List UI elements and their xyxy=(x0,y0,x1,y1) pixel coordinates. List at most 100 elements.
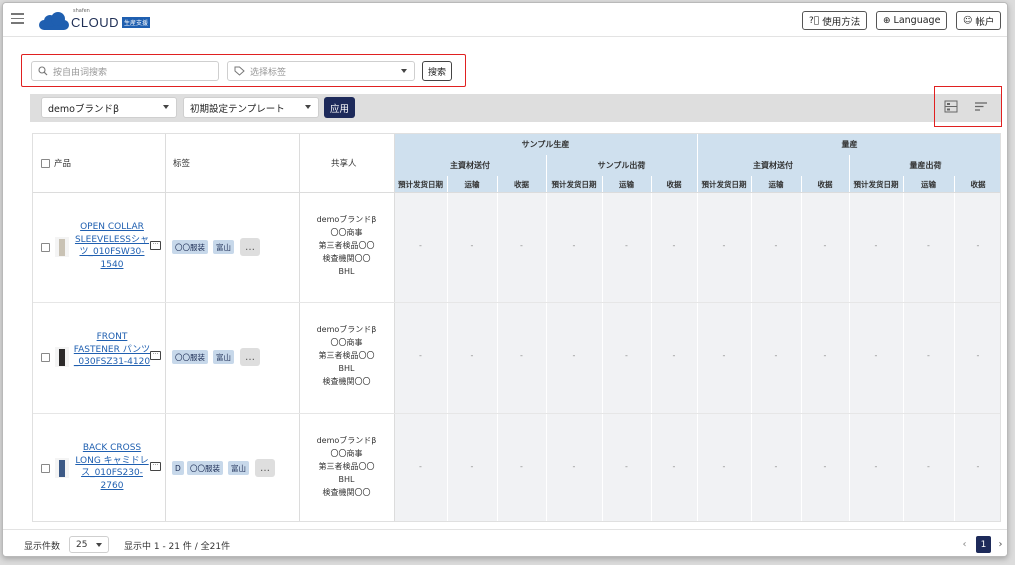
schedule-cell[interactable]: - xyxy=(968,462,988,471)
product-link[interactable]: BACK CROSS LONG キャミドレス_010FS230-2760 xyxy=(73,442,151,492)
leaf-column-header: 运输 xyxy=(602,176,651,192)
schedule-cell[interactable]: - xyxy=(766,351,786,360)
schedule-cell[interactable]: - xyxy=(815,351,835,360)
schedule-cell[interactable]: - xyxy=(714,241,734,250)
schedule-cell[interactable]: - xyxy=(411,241,431,250)
shared-column-header: 共享人 xyxy=(331,156,357,170)
leaf-column-header: 运输 xyxy=(903,176,954,192)
tag-icon xyxy=(234,66,245,76)
product-link[interactable]: FRONT FASTENER パンツ_030FSZ31-4120 xyxy=(73,331,151,369)
product-thumbnail[interactable] xyxy=(55,347,69,367)
app-window: shafen CLOUD 生産支援 ?⃝ 使用方法 ⊕ Language ☺ 帐户… xyxy=(2,2,1008,557)
schedule-cell[interactable]: - xyxy=(512,241,532,250)
shared-party: BHL xyxy=(338,364,355,373)
menu-icon[interactable] xyxy=(11,13,24,25)
shared-party: 第三者検品〇〇 xyxy=(318,351,375,360)
schedule-cell[interactable]: - xyxy=(617,241,637,250)
schedule-cell[interactable]: - xyxy=(617,351,637,360)
schedule-cell[interactable]: - xyxy=(919,241,939,250)
schedule-cell[interactable]: - xyxy=(714,462,734,471)
schedule-cell[interactable]: - xyxy=(664,241,684,250)
tag-chip[interactable]: 富山 xyxy=(213,350,234,364)
page-1-button[interactable]: 1 xyxy=(976,536,991,553)
select-all-checkbox[interactable] xyxy=(41,159,50,168)
schedule-cell[interactable]: - xyxy=(564,462,584,471)
schedule-cell[interactable]: - xyxy=(766,462,786,471)
account-button[interactable]: ☺ 帐户 xyxy=(956,11,1002,30)
schedule-cell[interactable]: - xyxy=(866,351,886,360)
schedule-cell[interactable]: - xyxy=(462,241,482,250)
search-button[interactable]: 搜索 xyxy=(422,61,452,81)
search-icon xyxy=(38,66,48,76)
schedule-cell[interactable]: - xyxy=(512,462,532,471)
product-table: サンプル生産 量産 主資材送付 サンプル出荷 主資材送付 量産出荷 預计发货日期… xyxy=(32,133,1001,522)
shared-party: 〇〇商事 xyxy=(330,449,363,458)
more-tags-button[interactable]: … xyxy=(240,348,260,366)
schedule-cell[interactable]: - xyxy=(462,351,482,360)
help-icon: ?⃝ xyxy=(809,15,820,26)
row-checkbox[interactable] xyxy=(41,464,50,473)
schedule-cell[interactable]: - xyxy=(766,241,786,250)
schedule-cell[interactable]: - xyxy=(866,241,886,250)
schedule-cell[interactable]: - xyxy=(564,351,584,360)
shared-list: demoブランドβ 〇〇商事 第三者検品〇〇 検査機関〇〇 BHL xyxy=(299,213,394,278)
leaf-column-header: 收据 xyxy=(651,176,697,192)
schedule-cell[interactable]: - xyxy=(866,462,886,471)
comment-icon[interactable]: ··· xyxy=(150,241,161,250)
shared-party: BHL xyxy=(338,267,355,276)
schedule-cell[interactable]: - xyxy=(617,462,637,471)
leaf-column-header: 預计发货日期 xyxy=(546,176,602,192)
tag-chip[interactable]: 富山 xyxy=(228,461,249,475)
template-select[interactable]: 初期設定テンプレート xyxy=(183,97,319,118)
leaf-column-header: 运输 xyxy=(751,176,801,192)
schedule-cell[interactable]: - xyxy=(714,351,734,360)
pagination-bar: 显示件数 25 显示中 1 - 21 件 / 全21件 ‹ 1 › xyxy=(3,529,1007,556)
schedule-cell[interactable]: - xyxy=(664,462,684,471)
schedule-cell[interactable]: - xyxy=(919,351,939,360)
product-thumbnail[interactable] xyxy=(55,458,69,478)
schedule-cell[interactable]: - xyxy=(664,351,684,360)
apply-button[interactable]: 应用 xyxy=(324,97,355,118)
schedule-cell[interactable]: - xyxy=(462,462,482,471)
per-page-select[interactable]: 25 xyxy=(69,536,109,553)
schedule-cell[interactable]: - xyxy=(815,241,835,250)
sub-header-sample-ship: サンプル出荷 xyxy=(546,155,697,176)
leaf-column-header: 預计发货日期 xyxy=(394,176,447,192)
prev-page-button[interactable]: ‹ xyxy=(957,536,972,553)
search-input[interactable]: 按自由词搜索 xyxy=(31,61,219,81)
row-checkbox[interactable] xyxy=(41,353,50,362)
schedule-cell[interactable]: - xyxy=(512,351,532,360)
tag-select[interactable]: 选择标签 xyxy=(227,61,415,81)
more-tags-button[interactable]: … xyxy=(255,459,275,477)
sub-header-mass-ship: 量産出荷 xyxy=(849,155,1000,176)
shared-list: demoブランドβ 〇〇商事 第三者検品〇〇 BHL 検査機関〇〇 xyxy=(299,323,394,388)
logo[interactable]: shafen CLOUD 生産支援 xyxy=(39,8,151,32)
schedule-cell[interactable]: - xyxy=(968,351,988,360)
tag-chip[interactable]: 〇〇服装 xyxy=(187,461,223,475)
tag-chip[interactable]: 富山 xyxy=(213,240,234,254)
language-button[interactable]: ⊕ Language xyxy=(876,11,948,30)
sort-icon[interactable] xyxy=(974,100,988,113)
help-button[interactable]: ?⃝ 使用方法 xyxy=(802,11,868,30)
next-page-button[interactable]: › xyxy=(993,536,1007,553)
comment-icon[interactable]: ··· xyxy=(150,462,161,471)
row-checkbox[interactable] xyxy=(41,243,50,252)
shared-party: BHL xyxy=(338,475,355,484)
schedule-cell[interactable]: - xyxy=(919,462,939,471)
schedule-cell[interactable]: - xyxy=(411,351,431,360)
tag-chip[interactable]: D xyxy=(172,461,184,475)
schedule-cell[interactable]: - xyxy=(564,241,584,250)
tag-chip[interactable]: 〇〇服装 xyxy=(172,350,208,364)
schedule-cell[interactable]: - xyxy=(968,241,988,250)
more-tags-button[interactable]: … xyxy=(240,238,260,256)
layout-view-icon[interactable] xyxy=(944,100,958,113)
comment-icon[interactable]: ··· xyxy=(150,351,161,360)
product-thumbnail[interactable] xyxy=(55,237,69,257)
range-text: 显示中 1 - 21 件 / 全21件 xyxy=(124,542,231,552)
brand-select[interactable]: demoブランドβ xyxy=(41,97,177,118)
product-link[interactable]: OPEN COLLAR SLEEVELESSシャツ_010FSW30-1540 xyxy=(73,221,151,271)
schedule-cell[interactable]: - xyxy=(411,462,431,471)
tag-chip[interactable]: 〇〇服装 xyxy=(172,240,208,254)
group-sample-header: サンプル生産 xyxy=(394,134,697,155)
schedule-cell[interactable]: - xyxy=(815,462,835,471)
